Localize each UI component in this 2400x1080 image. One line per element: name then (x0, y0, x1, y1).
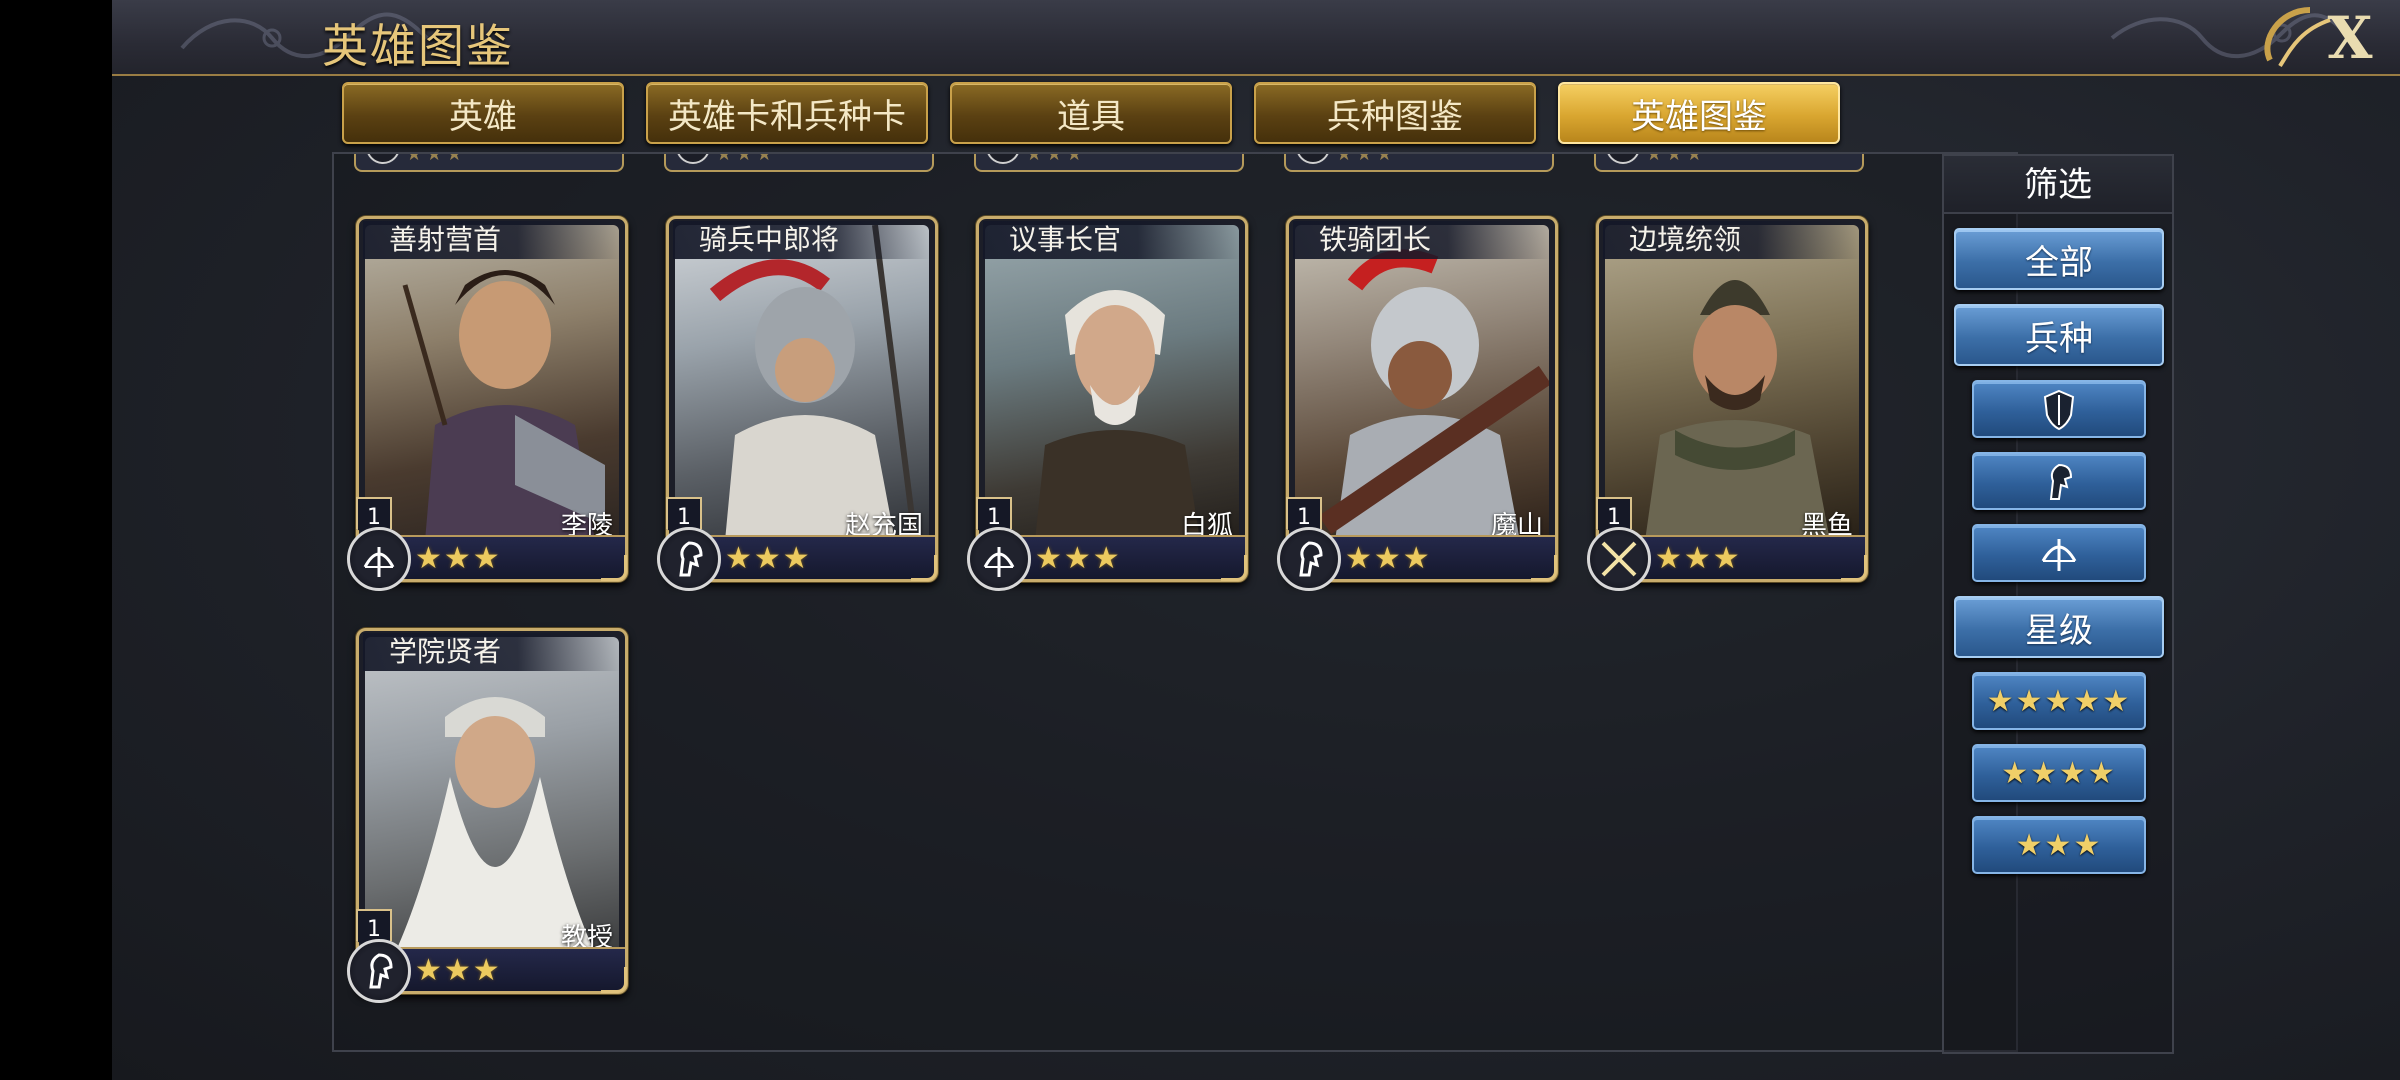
filter-star-level-button[interactable]: 星级 (1954, 596, 2164, 658)
hero-grid: ★★★ ★★★ ★★★ ★★★ ★★★ 善射营首 1 李陵 ★★★ 骑兵中郎将 … (332, 152, 2018, 1052)
swords-icon (1587, 527, 1651, 591)
filter-panel: 筛选 全部 兵种 星级 ★★★★★ ★★★★ ★★★ (1942, 154, 2174, 1054)
hero-codex-screen: 英雄图鉴 X 英雄 英雄卡和兵种卡 道具 兵种图鉴 英雄图鉴 ★★★ ★★★ ★… (112, 0, 2400, 1080)
star-rating: ★★★ (1646, 152, 1707, 165)
hero-title: 议事长官 (983, 221, 1241, 259)
star-rating: ★★★ (716, 152, 777, 165)
filter-3-star-button[interactable]: ★★★ (1972, 816, 2146, 874)
shield-icon (2043, 389, 2075, 431)
star-rating: ★★★ (725, 541, 812, 576)
hero-title: 善射营首 (363, 221, 621, 259)
archer-icon (967, 527, 1031, 591)
star-rating: ★★★ (1655, 541, 1742, 576)
page-title: 英雄图鉴 (322, 19, 514, 73)
troop-icon (366, 154, 400, 164)
partial-card[interactable]: ★★★ (354, 152, 624, 172)
close-button[interactable]: X (2250, 0, 2400, 74)
hero-portrait (365, 225, 619, 541)
filter-archer-button[interactable] (1972, 524, 2146, 582)
star-rating: ★★★ (1026, 152, 1087, 165)
hero-card[interactable]: 边境统领 1 黑鱼 ★★★ (1587, 216, 1868, 591)
partial-card[interactable]: ★★★ (1594, 152, 1864, 172)
filter-4-star-button[interactable]: ★★★★ (1972, 744, 2146, 802)
partial-card[interactable]: ★★★ (1284, 152, 1554, 172)
archer-icon (2041, 539, 2077, 571)
filter-cavalry-button[interactable] (1972, 452, 2146, 510)
troop-icon (986, 154, 1020, 164)
hero-title: 铁骑团长 (1293, 221, 1551, 259)
filter-title: 筛选 (1944, 156, 2172, 214)
hero-portrait (365, 637, 619, 953)
star-rating: ★★★★★ (1986, 683, 2132, 719)
tab-bar: 英雄 英雄卡和兵种卡 道具 兵种图鉴 英雄图鉴 (342, 82, 1972, 148)
hero-title: 骑兵中郎将 (673, 221, 931, 259)
filter-infantry-button[interactable] (1972, 380, 2146, 438)
close-icon: X (2264, 4, 2373, 72)
tab-heroes[interactable]: 英雄 (342, 82, 624, 144)
hero-portrait (985, 225, 1239, 541)
hero-card[interactable]: 学院贤者 1 教授 ★★★ (347, 628, 628, 1003)
hero-card[interactable]: 铁骑团长 1 魔山 ★★★ (1277, 216, 1558, 591)
filter-5-star-button[interactable]: ★★★★★ (1972, 672, 2146, 730)
troop-icon (1296, 154, 1330, 164)
hero-portrait (675, 225, 929, 541)
troop-icon (1606, 154, 1640, 164)
hero-card[interactable]: 议事长官 1 白狐 ★★★ (967, 216, 1248, 591)
cavalry-icon (347, 939, 411, 1003)
tab-items[interactable]: 道具 (950, 82, 1232, 144)
title-bar: 英雄图鉴 X (112, 0, 2400, 76)
filter-troop-button[interactable]: 兵种 (1954, 304, 2164, 366)
star-rating: ★★★ (406, 152, 467, 165)
partial-card[interactable]: ★★★ (974, 152, 1244, 172)
tab-troop-codex[interactable]: 兵种图鉴 (1254, 82, 1536, 144)
tab-hero-and-troop-cards[interactable]: 英雄卡和兵种卡 (646, 82, 928, 144)
partial-card[interactable]: ★★★ (664, 152, 934, 172)
star-rating: ★★★ (415, 953, 502, 988)
archer-icon (347, 527, 411, 591)
hero-title: 学院贤者 (363, 633, 621, 671)
cavalry-icon (657, 527, 721, 591)
star-rating: ★★★ (1035, 541, 1122, 576)
star-rating: ★★★ (415, 541, 502, 576)
close-label: X (2327, 4, 2372, 72)
troop-icon (676, 154, 710, 164)
hero-card[interactable]: 骑兵中郎将 1 赵充国 ★★★ (657, 216, 938, 591)
star-rating: ★★★★ (2001, 755, 2117, 791)
star-rating: ★★★ (1336, 152, 1397, 165)
hero-portrait (1605, 225, 1859, 541)
hero-portrait (1295, 225, 1549, 541)
hero-card[interactable]: 善射营首 1 李陵 ★★★ (347, 216, 628, 591)
hero-title: 边境统领 (1603, 221, 1861, 259)
filter-all-button[interactable]: 全部 (1954, 228, 2164, 290)
star-rating: ★★★ (1345, 541, 1432, 576)
cavalry-icon (1277, 527, 1341, 591)
tab-hero-codex[interactable]: 英雄图鉴 (1558, 82, 1840, 144)
star-rating: ★★★ (2015, 827, 2103, 863)
cavalry-icon (2049, 463, 2073, 500)
